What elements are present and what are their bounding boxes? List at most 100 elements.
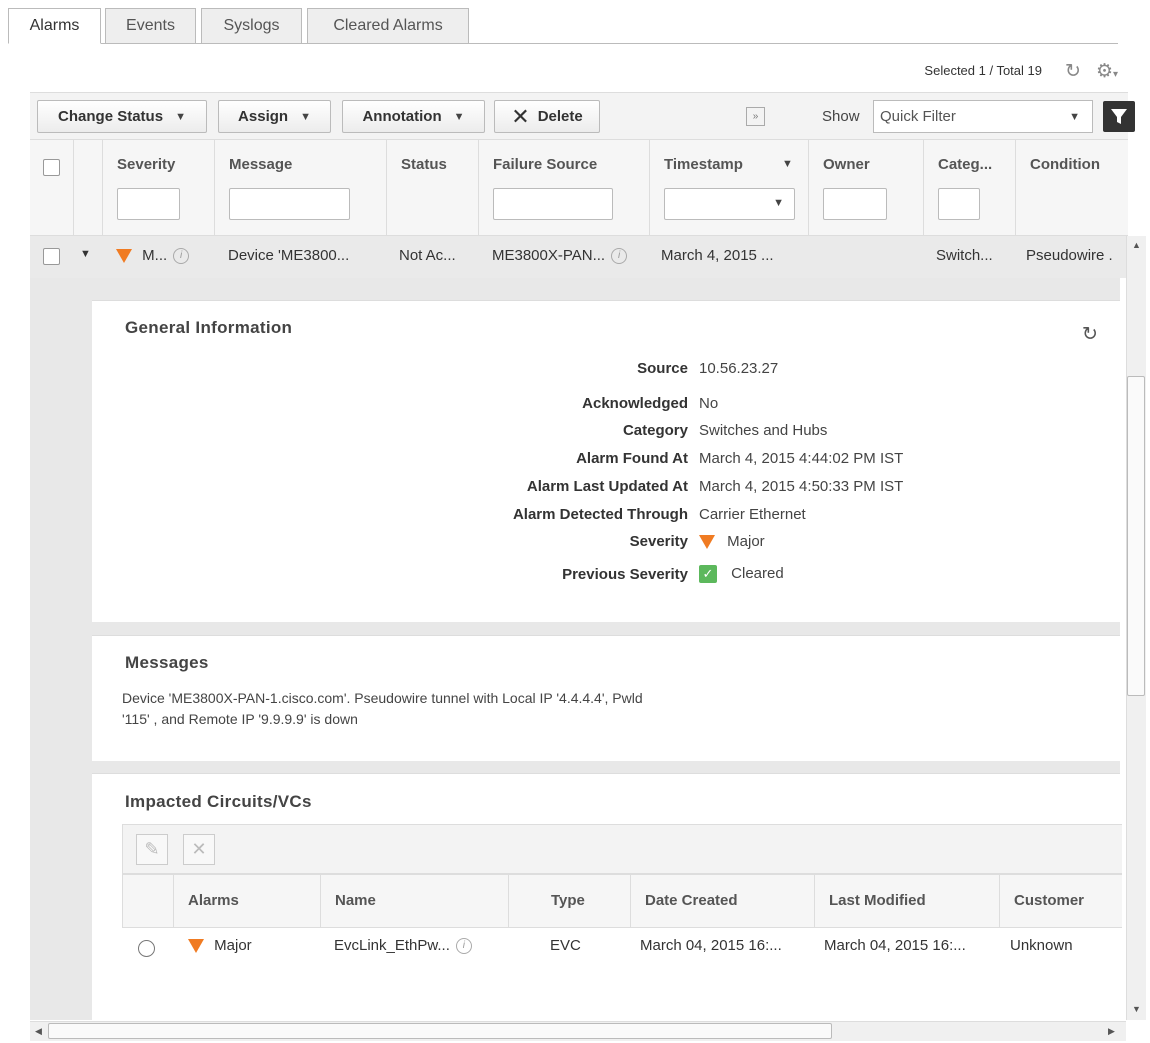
source-value: 10.56.23.27 bbox=[699, 360, 779, 377]
info-icon[interactable]: i bbox=[455, 938, 472, 955]
tab-cleared-alarms[interactable]: Cleared Alarms bbox=[307, 8, 469, 44]
alarm-table-header: Severity Message Status Failure Source T… bbox=[30, 140, 1128, 236]
message-column-title: Message bbox=[229, 156, 293, 173]
alarm-row[interactable]: ▼ M... i Device 'ME3800... Not Ac... ME38… bbox=[30, 236, 1128, 278]
failure-source-filter-input[interactable] bbox=[493, 188, 613, 220]
filter-icon[interactable] bbox=[1103, 101, 1135, 132]
impacted-last-modified: March 04, 2015 16:... bbox=[824, 937, 966, 954]
severity-column[interactable]: Severity bbox=[103, 140, 215, 236]
row-condition: Pseudowire . bbox=[1026, 247, 1113, 264]
select-all-column bbox=[30, 140, 74, 236]
toolbar: Change Status ▼ Assign ▼ Annotation ▼ ✕ Dele… bbox=[30, 92, 1135, 140]
tab-bar: Alarms Events Syslogs Cleared Alarms bbox=[8, 8, 1118, 44]
last-modified-column-title: Last Modified bbox=[829, 892, 926, 909]
impacted-table-row[interactable]: Major EvcLink_EthPw... i EVC March 04, 20… bbox=[122, 928, 1122, 1024]
impacted-toolbar: ✎ ✕ bbox=[122, 824, 1122, 874]
alarms-column[interactable]: Alarms bbox=[174, 875, 321, 928]
chevron-down-icon: ▼ bbox=[300, 110, 311, 123]
delete-button[interactable]: ✕ Delete bbox=[494, 100, 600, 133]
category-column[interactable]: Categ... bbox=[924, 140, 1016, 236]
horizontal-scroll-thumb[interactable] bbox=[48, 1023, 832, 1039]
acknowledged-value: No bbox=[699, 395, 719, 412]
row-checkbox[interactable] bbox=[43, 248, 60, 265]
alarm-updated-key: Alarm Last Updated At bbox=[526, 478, 688, 495]
scroll-up-icon[interactable]: ▲ bbox=[1132, 240, 1141, 250]
quick-filter-select[interactable]: Quick Filter ▼ bbox=[873, 100, 1093, 133]
previous-severity-value: ✓ Cleared bbox=[699, 565, 784, 584]
owner-filter-input[interactable] bbox=[823, 188, 887, 220]
annotation-label: Annotation bbox=[362, 108, 442, 125]
tab-events[interactable]: Events bbox=[105, 8, 196, 44]
severity-value: Major bbox=[699, 533, 765, 550]
severity-filter-input[interactable] bbox=[117, 188, 180, 220]
scroll-left-icon[interactable]: ◀ bbox=[35, 1026, 42, 1037]
impacted-table-header: Alarms Name Type Date Created Last Modif… bbox=[122, 874, 1122, 928]
delete-icon[interactable]: ✕ bbox=[183, 834, 215, 865]
type-column[interactable]: Type bbox=[509, 875, 631, 928]
assign-button[interactable]: Assign ▼ bbox=[218, 100, 331, 133]
type-column-title: Type bbox=[551, 892, 585, 909]
category-column-title: Categ... bbox=[938, 156, 993, 173]
category-filter-input[interactable] bbox=[938, 188, 980, 220]
previous-severity-key: Previous Severity bbox=[562, 566, 688, 583]
customer-column[interactable]: Customer bbox=[1000, 875, 1123, 928]
condition-column[interactable]: Condition bbox=[1016, 140, 1128, 236]
edit-icon[interactable]: ✎ bbox=[136, 834, 168, 865]
general-information-title: General Information bbox=[125, 318, 293, 337]
message-column[interactable]: Message bbox=[215, 140, 387, 236]
quick-filter-value: Quick Filter bbox=[880, 108, 956, 125]
refresh-icon[interactable]: ↻ bbox=[1065, 60, 1081, 83]
change-status-button[interactable]: Change Status ▼ bbox=[37, 100, 207, 133]
acknowledged-key: Acknowledged bbox=[582, 395, 688, 412]
timestamp-column[interactable]: Timestamp ▼ ▼ bbox=[650, 140, 809, 236]
detected-through-key: Alarm Detected Through bbox=[512, 506, 688, 523]
owner-column[interactable]: Owner bbox=[809, 140, 924, 236]
impacted-name-text: EvcLink_EthPw... bbox=[334, 937, 450, 954]
refresh-icon[interactable]: ↻ bbox=[1082, 323, 1098, 346]
impacted-alarm-text: Major bbox=[214, 937, 252, 954]
status-column[interactable]: Status bbox=[387, 140, 479, 236]
row-status: Not Ac... bbox=[399, 247, 456, 264]
messages-panel: Messages Device 'ME3800X-PAN-1.cisco.com… bbox=[92, 635, 1120, 761]
major-severity-icon bbox=[699, 535, 715, 550]
name-column-title: Name bbox=[335, 892, 376, 909]
expand-icon[interactable]: » bbox=[746, 107, 765, 126]
annotation-button[interactable]: Annotation ▼ bbox=[342, 100, 485, 133]
row-failure-source-text: ME3800X-PAN... bbox=[492, 247, 606, 264]
assign-label: Assign bbox=[238, 108, 289, 125]
impacted-circuits-title: Impacted Circuits/VCs bbox=[125, 792, 312, 811]
status-column-title: Status bbox=[401, 156, 447, 173]
message-text: Device 'ME3800X-PAN-1.cisco.com'. Pseudo… bbox=[122, 690, 643, 727]
tab-alarms[interactable]: Alarms bbox=[8, 8, 101, 44]
alarm-updated-value: March 4, 2015 4:50:33 PM IST bbox=[699, 478, 904, 495]
date-created-column-title: Date Created bbox=[645, 892, 738, 909]
severity-key: Severity bbox=[629, 533, 688, 550]
chevron-down-icon: ▼ bbox=[773, 197, 784, 209]
failure-source-column-title: Failure Source bbox=[493, 156, 598, 173]
collapse-icon[interactable]: ▼ bbox=[80, 248, 91, 260]
failure-source-column[interactable]: Failure Source bbox=[479, 140, 650, 236]
scroll-down-icon[interactable]: ▼ bbox=[1132, 1004, 1141, 1014]
row-category: Switch... bbox=[936, 247, 993, 264]
name-column[interactable]: Name bbox=[321, 875, 509, 928]
gear-icon[interactable]: ⚙▾ bbox=[1096, 60, 1118, 83]
alarm-found-key: Alarm Found At bbox=[576, 450, 688, 467]
checkmark-icon: ✓ bbox=[699, 565, 717, 584]
vertical-scroll-thumb[interactable] bbox=[1127, 376, 1145, 696]
timestamp-filter-select[interactable]: ▼ bbox=[664, 188, 795, 220]
tab-syslogs[interactable]: Syslogs bbox=[201, 8, 302, 44]
category-key: Category bbox=[622, 422, 688, 439]
owner-column-title: Owner bbox=[823, 156, 870, 173]
date-created-column[interactable]: Date Created bbox=[631, 875, 815, 928]
row-radio[interactable] bbox=[138, 940, 155, 957]
select-all-checkbox[interactable] bbox=[43, 159, 60, 176]
row-severity: M... i bbox=[116, 247, 190, 265]
last-modified-column[interactable]: Last Modified bbox=[815, 875, 1000, 928]
general-information-panel: General Information ↻ Source 10.56.23.27… bbox=[92, 300, 1120, 622]
info-icon[interactable]: i bbox=[611, 248, 628, 265]
info-icon[interactable]: i bbox=[173, 248, 190, 265]
scroll-right-icon[interactable]: ▶ bbox=[1108, 1026, 1115, 1037]
message-filter-input[interactable] bbox=[229, 188, 350, 220]
previous-severity-value-text: Cleared bbox=[731, 565, 784, 582]
chevron-down-icon: ▼ bbox=[175, 110, 186, 123]
